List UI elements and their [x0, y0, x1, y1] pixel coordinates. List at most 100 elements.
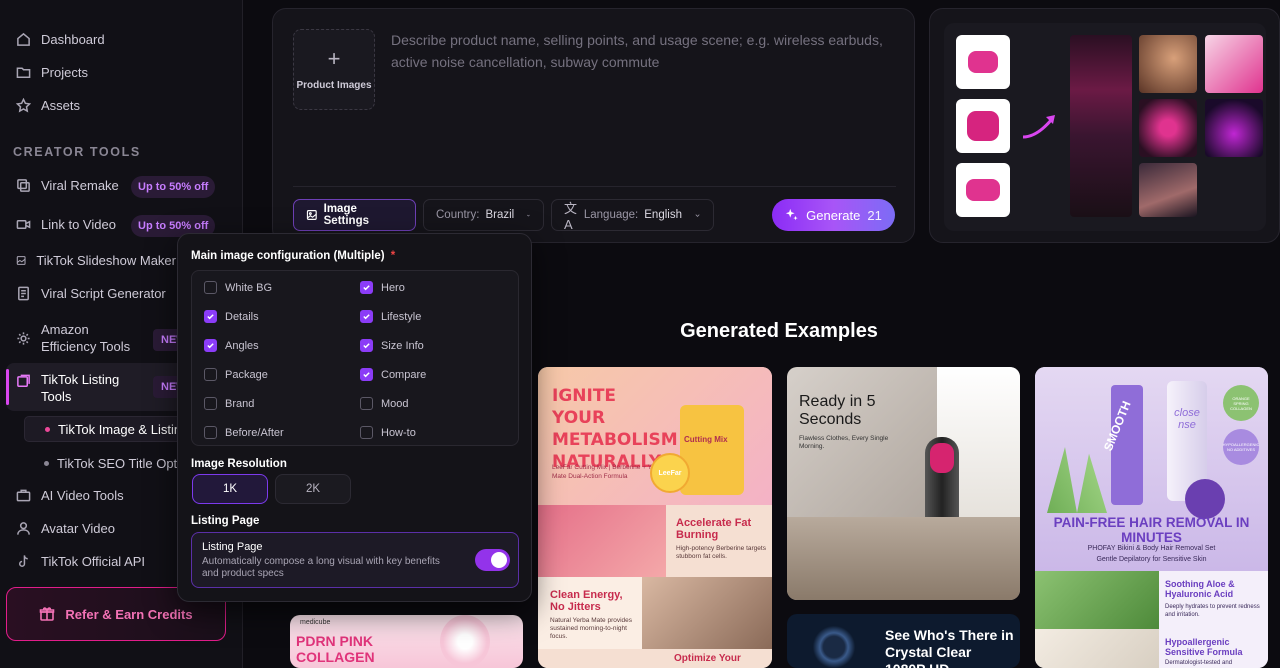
- country-select[interactable]: Country: Brazil: [423, 199, 544, 231]
- nav-viral-remake[interactable]: Viral Remake: [16, 178, 119, 193]
- resolution-1k-button[interactable]: 1K: [192, 474, 268, 504]
- feature-text: Deeply hydrates to prevent redness and i…: [1165, 604, 1260, 618]
- nav-amazon-tools[interactable]: Amazon Efficiency Tools: [16, 322, 141, 355]
- checkbox[interactable]: [204, 426, 217, 439]
- feature-image: [642, 577, 772, 649]
- option-mood[interactable]: Mood: [360, 397, 409, 410]
- option-label: Hero: [381, 281, 405, 294]
- country-label: Country:: [436, 209, 480, 221]
- checkbox[interactable]: [204, 339, 217, 352]
- image-settings-button[interactable]: Image Settings: [293, 199, 416, 231]
- nav-label: Viral Remake: [41, 178, 119, 193]
- option-before-after[interactable]: Before/After: [204, 426, 284, 439]
- earbuds-shape: [968, 51, 998, 73]
- check-icon: [363, 343, 370, 349]
- user-icon: [17, 522, 30, 535]
- checkbox[interactable]: [204, 281, 217, 294]
- option-how-to[interactable]: How-to: [360, 426, 416, 439]
- example-card-metabolism[interactable]: IGNITE YOUR METABOLISM NATURALLY LeeFar …: [538, 367, 772, 668]
- generate-credits: 21: [867, 207, 882, 223]
- resolution-2k-button[interactable]: 2K: [275, 474, 351, 504]
- nav-label: TikTok Listing Tools: [41, 372, 120, 404]
- checkbox[interactable]: [360, 339, 373, 352]
- model-image: [1139, 35, 1197, 93]
- bullet-icon: [45, 426, 50, 432]
- example-card-curler[interactable]: Ready in 5 Seconds Flawless Clothes, Eve…: [787, 367, 1020, 600]
- language-label: Language:: [583, 209, 639, 221]
- example-card-camera[interactable]: See Who's There in Crystal Clear 1080P H…: [787, 614, 1020, 668]
- language-select[interactable]: 文A Language: English: [551, 199, 714, 232]
- option-white-bg[interactable]: White BG: [204, 281, 272, 294]
- checkbox[interactable]: [360, 281, 373, 294]
- nav-tiktok-slideshow[interactable]: TikTok Slideshow Maker: [16, 253, 176, 268]
- nav-projects[interactable]: Projects: [16, 65, 88, 80]
- feature-row-1: Soothing Aloe & Hyaluronic Acid Deeply h…: [1035, 571, 1268, 629]
- checkbox[interactable]: [360, 310, 373, 323]
- seal-text: ORANGE SPRING COLLAGEN: [1230, 395, 1252, 411]
- folder-icon: [16, 67, 31, 78]
- product-lid: LeeFar: [650, 453, 690, 493]
- product-images-upload[interactable]: + Product Images: [293, 29, 375, 110]
- listing-box-title: Listing Page: [202, 541, 263, 553]
- option-label: Brand: [225, 397, 255, 410]
- nav-avatar-video[interactable]: Avatar Video: [16, 521, 115, 536]
- feature-row-2: Clean Energy, No Jitters Natural Yerba M…: [538, 577, 772, 649]
- resolution-title: Image Resolution: [191, 458, 287, 470]
- listing-page-title: Listing Page: [191, 515, 260, 527]
- checkbox[interactable]: [204, 310, 217, 323]
- nav-assets[interactable]: Assets: [16, 98, 80, 113]
- seal-text: HYPOALLERGENIC NO ADDITIVES: [1222, 442, 1260, 452]
- card-brand: medicube: [300, 619, 331, 626]
- nav-viral-script[interactable]: Viral Script Generator: [16, 286, 166, 301]
- camera-lens: [809, 622, 859, 668]
- option-size-info[interactable]: Size Info: [360, 339, 424, 352]
- generate-label: Generate: [806, 207, 861, 223]
- option-package[interactable]: Package: [204, 368, 268, 381]
- nav-label: TikTok Official API: [41, 554, 146, 569]
- prompt-input[interactable]: Describe product name, selling points, a…: [391, 29, 891, 73]
- option-hero[interactable]: Hero: [360, 281, 405, 294]
- gallery-icon: [17, 374, 30, 387]
- copy-icon: [17, 179, 30, 192]
- checkbox[interactable]: [360, 397, 373, 410]
- config-title: Main image configuration (Multiple) *: [191, 250, 395, 262]
- feature-text: High-potency Berberine targets stubborn …: [676, 545, 766, 560]
- example-card-hair-removal[interactable]: SMOOTH close nse ORANGE SPRING COLLAGEN …: [1035, 367, 1268, 668]
- generate-button[interactable]: Generate 21: [772, 199, 895, 231]
- checkbox[interactable]: [204, 397, 217, 410]
- checkbox[interactable]: [204, 368, 217, 381]
- arrow-icon: [1022, 115, 1055, 139]
- checkbox[interactable]: [360, 426, 373, 439]
- option-angles[interactable]: Angles: [204, 339, 259, 352]
- nav-label: Amazon Efficiency Tools: [41, 322, 131, 354]
- nav-dashboard[interactable]: Dashboard: [16, 32, 105, 47]
- checkbox[interactable]: [360, 368, 373, 381]
- seal-badge: ORANGE SPRING COLLAGEN: [1223, 385, 1259, 421]
- feature-row-2: Hypoallergenic Sensitive Formula Dermato…: [1035, 629, 1268, 668]
- product-jar: Cutting Mix: [680, 405, 744, 495]
- listing-long-image: [1070, 35, 1132, 217]
- language-value: English: [644, 209, 682, 221]
- nav-tiktok-api[interactable]: TikTok Official API: [16, 554, 145, 569]
- option-compare[interactable]: Compare: [360, 368, 426, 381]
- nav-label: Avatar Video: [41, 521, 115, 536]
- check-icon: [363, 314, 370, 320]
- listing-page-option[interactable]: Listing Page Automatically compose a lon…: [191, 532, 519, 588]
- option-lifestyle[interactable]: Lifestyle: [360, 310, 421, 323]
- nav-link-to-video[interactable]: Link to Video: [16, 217, 116, 232]
- option-details[interactable]: Details: [204, 310, 259, 323]
- feature-title: Clean Energy, No Jitters: [550, 589, 623, 613]
- video-icon: [16, 220, 31, 229]
- feature-row-1: Accelerate Fat Burning High-potency Berb…: [538, 505, 772, 577]
- nav-label: Dashboard: [41, 32, 105, 47]
- product-brand: close nse: [1174, 407, 1200, 431]
- nav-tiktok-listing[interactable]: TikTok Listing Tools: [16, 371, 131, 405]
- nav-label: Viral Script Generator: [41, 286, 166, 301]
- nav-ai-video[interactable]: AI Video Tools: [16, 488, 124, 503]
- image-settings-label: Image Settings: [323, 203, 370, 227]
- option-brand[interactable]: Brand: [204, 397, 254, 410]
- option-label: Before/After: [225, 426, 284, 439]
- feature-image: [1035, 629, 1159, 668]
- listing-page-toggle[interactable]: [475, 549, 510, 571]
- example-card-pdrn[interactable]: medicube PDRN PINK COLLAGEN: [290, 615, 523, 668]
